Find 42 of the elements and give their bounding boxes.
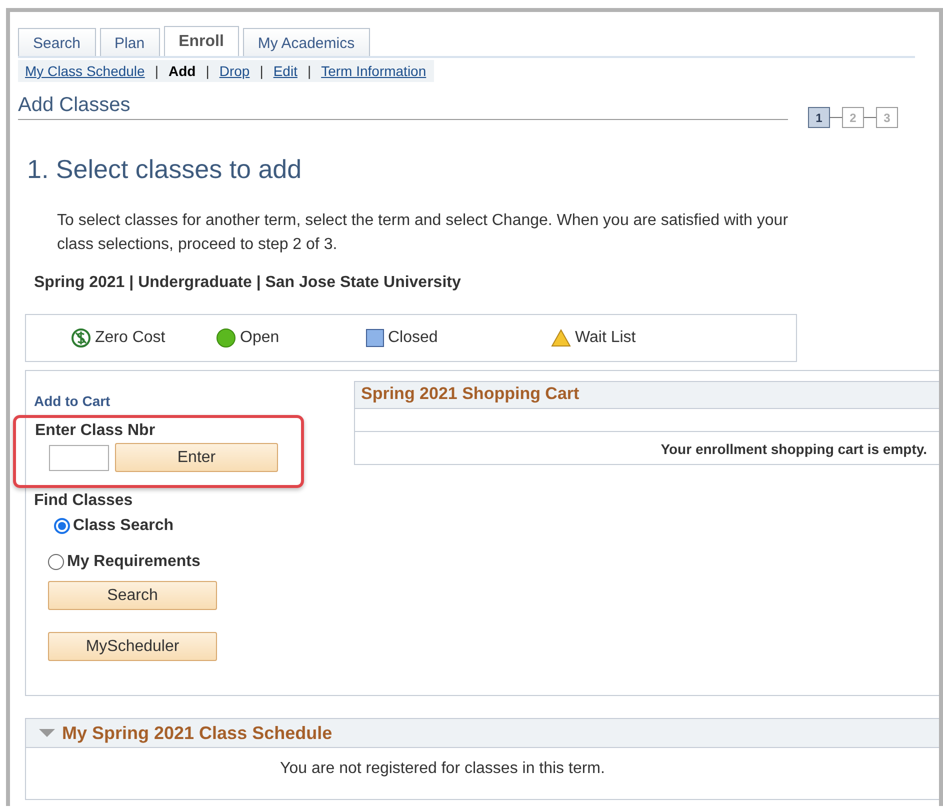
step-indicator: 1 [808, 107, 830, 128]
action-button[interactable]: Search [48, 581, 217, 610]
separator-text: | [307, 63, 312, 79]
section-heading: 1. Select classes to add [27, 154, 303, 185]
sub-navigation-link[interactable]: Term Information [321, 63, 426, 79]
sub-navigation-link[interactable]: Edit [273, 63, 298, 79]
legend-label: Wait List [575, 329, 636, 347]
instructions-text: To select classes for another term, select the term and select Change. When you are satisfied with your class selections, proceed to step 2 of 3. [57, 211, 790, 255]
separator-text: | [206, 63, 210, 79]
tab[interactable]: Plan [100, 28, 160, 56]
action-button[interactable]: MyScheduler [48, 632, 217, 661]
legend-label: Closed [388, 329, 438, 347]
separator-text: | [260, 63, 264, 79]
tab[interactable]: Enroll [164, 26, 239, 56]
sub-navigation-link[interactable]: Add [168, 63, 196, 79]
add-to-cart-label: Add to Cart [34, 393, 112, 409]
find-classes-label: Find Classes [34, 492, 134, 510]
class-number-field[interactable] [49, 444, 109, 470]
tab[interactable]: Search [18, 28, 96, 56]
enter-button[interactable]: Enter [115, 443, 278, 472]
page-title: Add Classes [18, 94, 788, 120]
legend-label: Zero Cost [95, 329, 166, 347]
square-icon [366, 329, 384, 347]
separator-text: | [154, 63, 158, 79]
cart-empty-message: Your enrollment shopping cart is empty. [660, 440, 928, 457]
field-label: Enter Class Nbr [35, 422, 156, 440]
schedule-title: My Spring 2021 Class Schedule [62, 722, 332, 744]
triangle-icon [551, 329, 571, 347]
schedule-message: You are not registered for classes in this term. [279, 759, 606, 778]
radio-option[interactable]: My Requirements [48, 553, 354, 571]
sub-navigation-link[interactable]: My Class Schedule [25, 63, 145, 79]
term-text: Spring 2021 | Undergraduate | San Jose State University [34, 274, 462, 292]
legend-label: Open [240, 329, 280, 347]
sub-navigation-link[interactable]: Drop [219, 63, 250, 79]
cart-title: Spring 2021 Shopping Cart [355, 382, 939, 409]
schedule-header[interactable]: My Spring 2021 Class Schedule [26, 719, 939, 748]
step-indicator: 3 [876, 107, 898, 128]
radio-option[interactable]: Class Search [54, 517, 354, 535]
tab[interactable]: My Academics [242, 28, 370, 56]
dollar-circle-icon [71, 328, 91, 348]
circle-icon [216, 328, 236, 348]
step-indicator: 2 [842, 107, 864, 128]
